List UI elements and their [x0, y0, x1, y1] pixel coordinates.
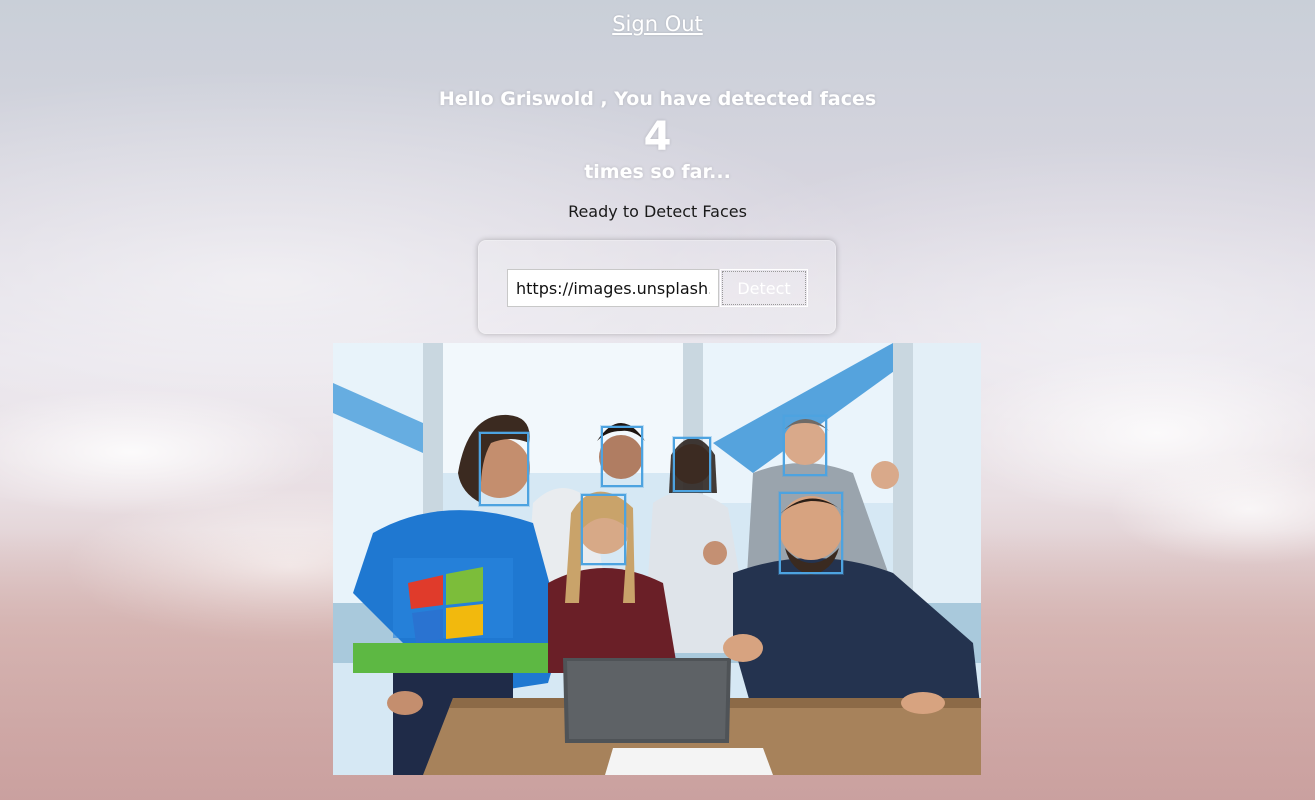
face-box: [581, 494, 626, 565]
sign-out-link[interactable]: Sign Out: [612, 12, 703, 36]
sign-out-container: Sign Out: [0, 12, 1315, 36]
face-box: [479, 432, 529, 506]
face-box: [601, 426, 643, 487]
greeting-text: Hello Griswold , You have detected faces: [438, 88, 877, 110]
image-url-input[interactable]: [507, 269, 719, 307]
face-box: [779, 492, 843, 574]
face-box: [673, 437, 711, 492]
detection-count: 4: [643, 114, 672, 160]
detect-form-panel: Detect: [478, 240, 836, 334]
face-box: [783, 415, 827, 476]
detected-image: [333, 343, 981, 775]
detect-button[interactable]: Detect: [720, 269, 808, 307]
greeting-suffix: times so far...: [584, 161, 731, 183]
status-text: Ready to Detect Faces: [568, 202, 747, 221]
office-photo-illustration: [333, 343, 981, 775]
